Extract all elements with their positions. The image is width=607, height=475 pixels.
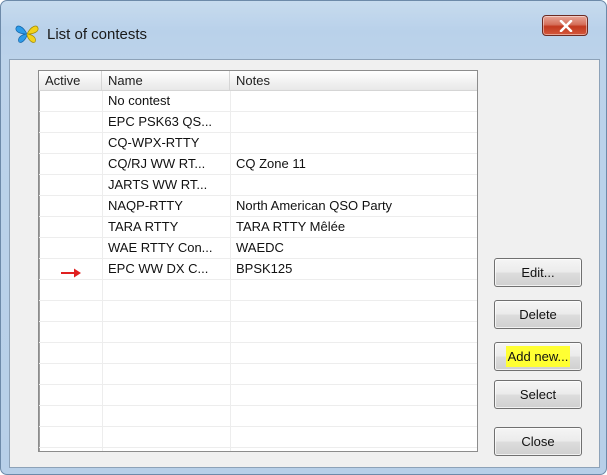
window-title: List of contests: [47, 26, 148, 43]
table-row[interactable]: TARA RTTY TARA RTTY Mêlée: [39, 217, 477, 238]
empty-row: [39, 385, 477, 406]
table-row[interactable]: CQ-WPX-RTTY: [39, 133, 477, 154]
cell-notes: WAEDC: [236, 240, 284, 255]
cell-notes: [230, 175, 477, 195]
contest-list[interactable]: Active Name Notes No contest EPC PSK63 Q…: [38, 70, 478, 452]
cell-name: CQ/RJ WW RT...: [108, 156, 206, 171]
cell-notes: BPSK125: [236, 261, 293, 276]
empty-row: [39, 301, 477, 322]
contests-window: List of contests Active Name Notes No co…: [0, 0, 607, 475]
empty-row: [39, 427, 477, 448]
cell-notes: [230, 112, 477, 132]
empty-row: [39, 322, 477, 343]
edit-button[interactable]: Edit...: [494, 258, 582, 287]
cell-name: TARA RTTY: [108, 219, 179, 234]
dialog-client-area: Active Name Notes No contest EPC PSK63 Q…: [9, 59, 600, 468]
title-bar[interactable]: List of contests: [1, 1, 606, 59]
butterfly-icon: [15, 24, 39, 44]
empty-row: [39, 343, 477, 364]
table-row-active[interactable]: EPC WW DX C... BPSK125: [39, 259, 477, 280]
delete-button[interactable]: Delete: [494, 300, 582, 329]
empty-row: [39, 280, 477, 301]
list-header: Active Name Notes: [39, 71, 477, 91]
close-button[interactable]: Close: [494, 427, 582, 456]
cell-name: CQ-WPX-RTTY: [108, 135, 200, 150]
cell-notes: [230, 133, 477, 153]
add-new-label: Add new...: [505, 346, 571, 367]
column-header-notes[interactable]: Notes: [230, 71, 477, 91]
cell-name: EPC PSK63 QS...: [108, 114, 213, 129]
table-row[interactable]: EPC PSK63 QS...: [39, 112, 477, 133]
table-row[interactable]: WAE RTTY Con... WAEDC: [39, 238, 477, 259]
cell-notes: [230, 91, 477, 111]
table-row[interactable]: CQ/RJ WW RT... CQ Zone 11: [39, 154, 477, 175]
cell-notes: TARA RTTY Mêlée: [236, 219, 346, 234]
add-new-button[interactable]: Add new...: [494, 342, 582, 371]
select-button[interactable]: Select: [494, 380, 582, 409]
cell-name: WAE RTTY Con...: [108, 240, 213, 255]
cell-name: EPC WW DX C...: [108, 261, 209, 276]
table-row[interactable]: No contest: [39, 91, 477, 112]
empty-row: [39, 406, 477, 427]
column-header-active[interactable]: Active: [39, 71, 102, 91]
cell-name: NAQP-RTTY: [108, 198, 183, 213]
column-header-name[interactable]: Name: [102, 71, 230, 91]
cell-name: JARTS WW RT...: [108, 177, 208, 192]
close-window-button[interactable]: [542, 15, 588, 36]
table-row[interactable]: JARTS WW RT...: [39, 175, 477, 196]
cell-name: No contest: [108, 93, 171, 108]
cell-notes: North American QSO Party: [236, 198, 393, 213]
cell-notes: CQ Zone 11: [236, 156, 306, 171]
empty-row: [39, 364, 477, 385]
table-row[interactable]: NAQP-RTTY North American QSO Party: [39, 196, 477, 217]
close-icon: [559, 20, 573, 32]
